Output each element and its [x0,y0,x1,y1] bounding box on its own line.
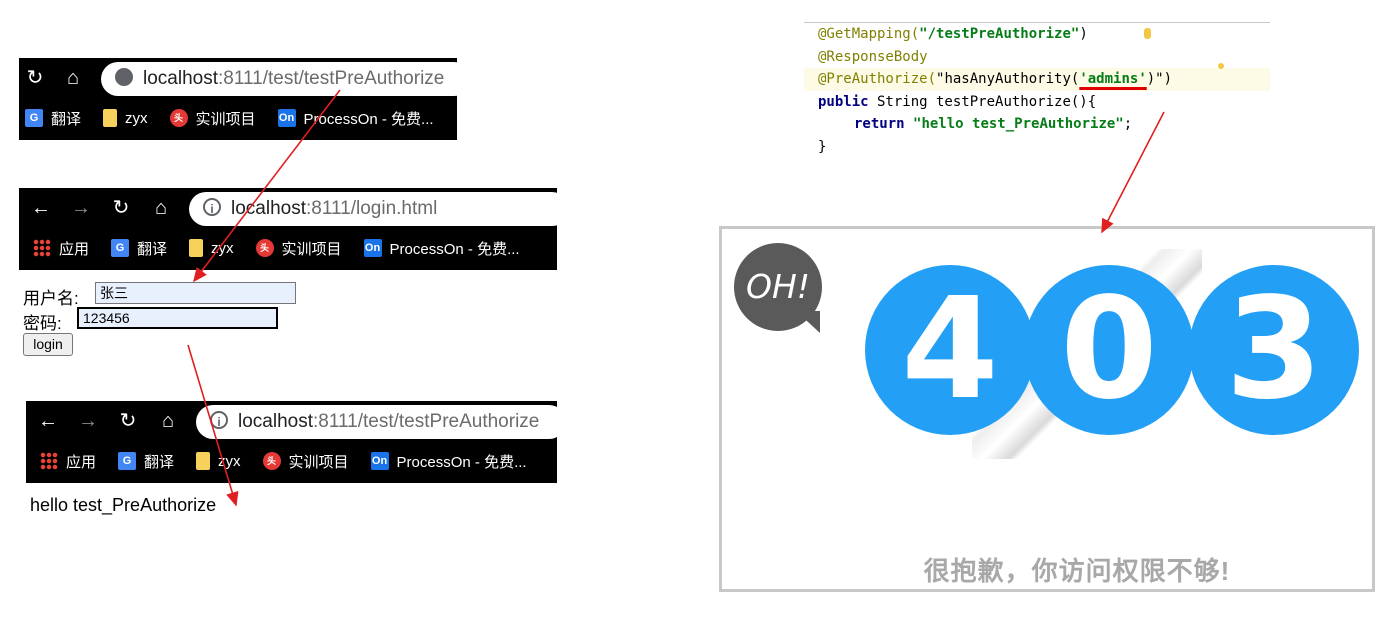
flow-arrows [187,89,1165,507]
arrow-to-result [187,344,239,507]
arrow-to-403 [1101,111,1165,234]
arrow-to-login [193,89,341,283]
